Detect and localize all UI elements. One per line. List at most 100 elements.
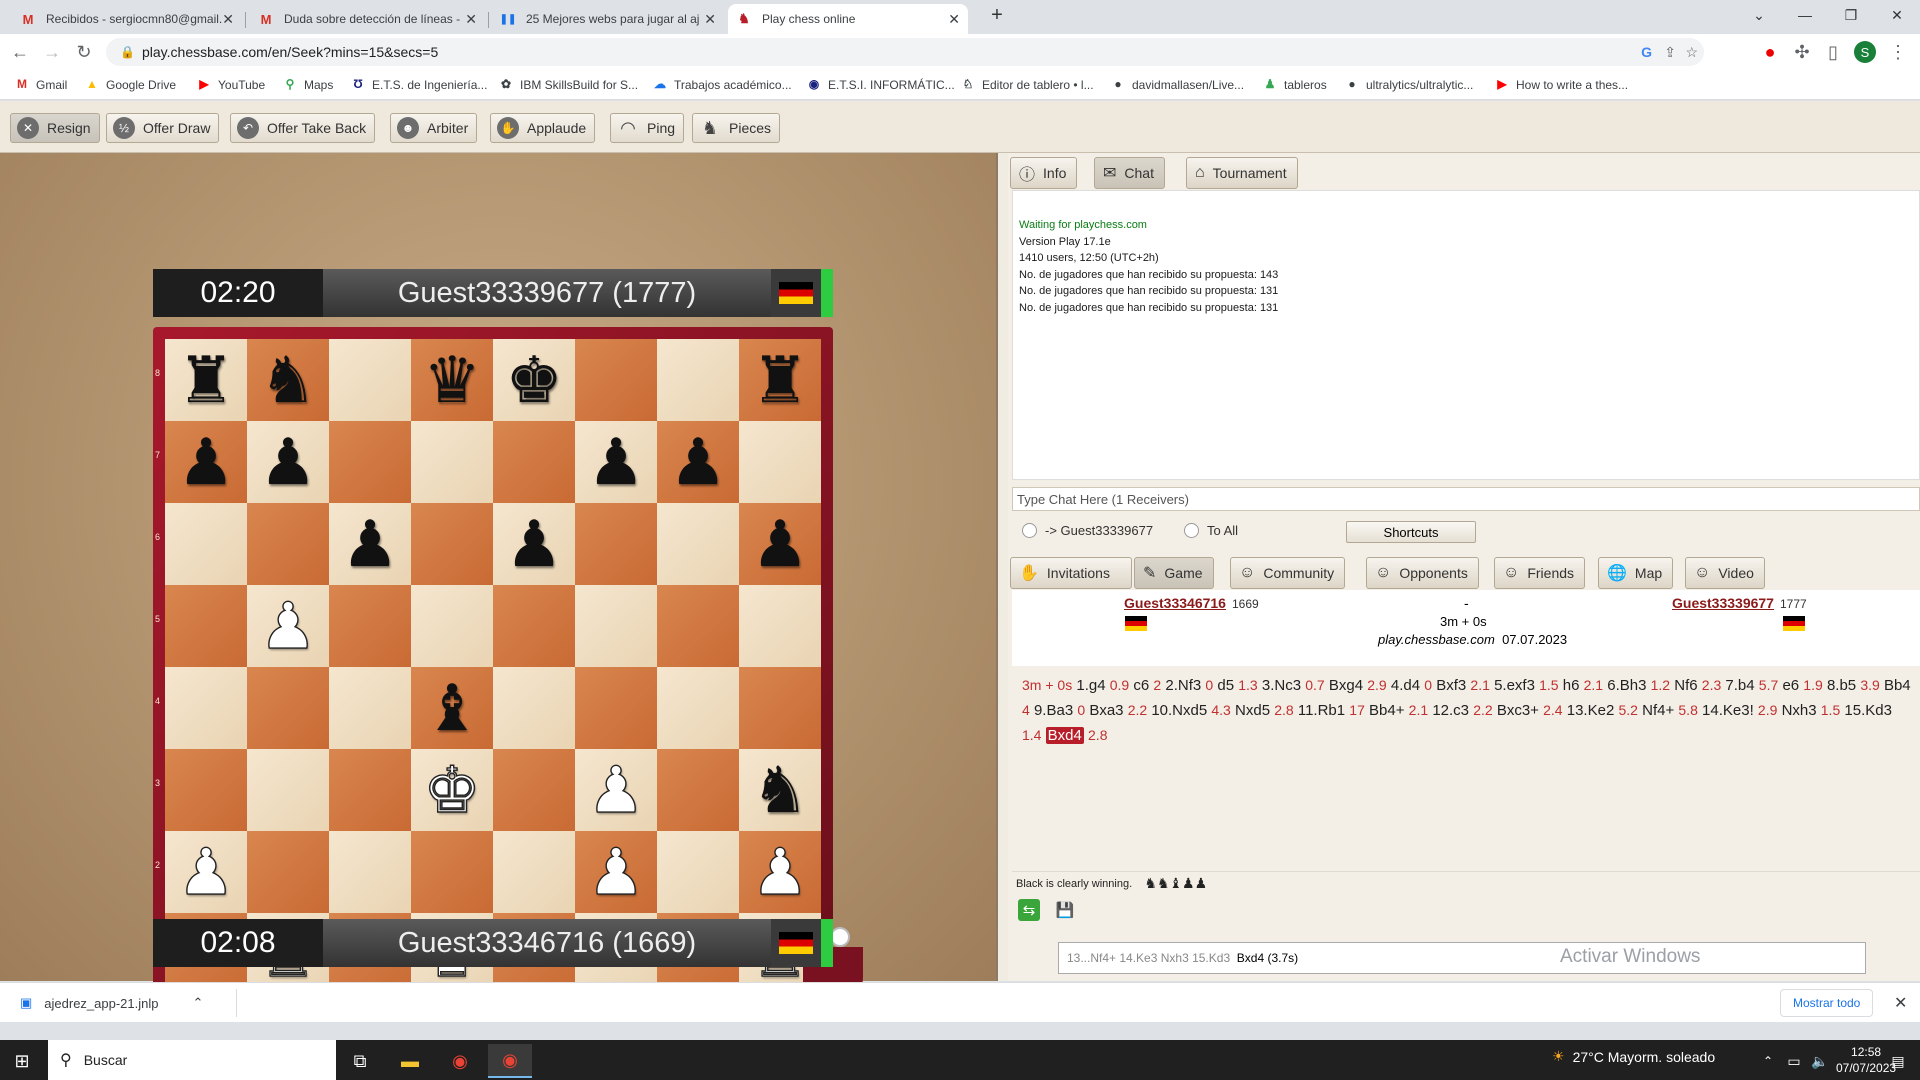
black-pawn-icon[interactable]: ♟	[341, 512, 398, 576]
maximize-button[interactable]: ❐	[1828, 0, 1874, 30]
square-c6[interactable]: ♟	[329, 503, 411, 585]
move[interactable]: 4.d4	[1391, 677, 1420, 694]
ping-button[interactable]: ◠ Ping	[610, 113, 685, 143]
offer-draw-button[interactable]: ½ Offer Draw	[106, 113, 220, 143]
arbiter-button[interactable]: ☻ Arbiter	[390, 113, 478, 143]
browser-tab[interactable]: ❚❚ 25 Mejores webs para jugar al aj ✕	[492, 4, 724, 34]
move[interactable]: 1.g4	[1076, 677, 1105, 694]
square-a2[interactable]: ♟ 2	[155, 831, 247, 913]
square-a3[interactable]: 3	[155, 749, 247, 831]
white-pawn-icon[interactable]: ♟	[587, 757, 646, 822]
move-list[interactable]: 3m + 0s 1.g4 0.9 c6 2 2.Nf3 0 d5 1.3 3.N…	[1022, 673, 1912, 748]
bookmark-github-ultra[interactable]: ● ultralytics/ultralytic...	[1344, 77, 1473, 93]
square-g2[interactable]	[657, 831, 739, 913]
close-tab-icon[interactable]: ✕	[704, 11, 716, 28]
square-c8[interactable]	[329, 339, 411, 421]
square-g3[interactable]	[657, 749, 739, 831]
square-d8[interactable]: ♛	[411, 339, 493, 421]
square-f4[interactable]	[575, 667, 657, 749]
move[interactable]: 11.Rb1	[1298, 702, 1345, 719]
offer-takeback-button[interactable]: ↶ Offer Take Back	[230, 113, 376, 143]
windows-start-icon[interactable]: ⊞	[0, 1044, 44, 1078]
square-a7[interactable]: ♟ 7	[155, 421, 247, 503]
black-pawn-icon[interactable]: ♟	[505, 512, 562, 576]
move[interactable]: Nxh3	[1782, 702, 1817, 719]
black-knight-icon[interactable]: ♞	[751, 758, 808, 822]
radio-to-all[interactable]: To All	[1184, 523, 1238, 538]
white-king-icon[interactable]: ♚	[423, 757, 482, 822]
move[interactable]: Bxg4	[1329, 677, 1363, 694]
move[interactable]: d5	[1217, 677, 1234, 694]
square-g4[interactable]	[657, 667, 739, 749]
bookmark-trabajos[interactable]: ☁ Trabajos académico...	[652, 77, 792, 93]
minimize-button[interactable]: —	[1782, 0, 1828, 30]
share-icon[interactable]: ⇆	[1018, 899, 1040, 921]
move[interactable]: 13.Ke2	[1567, 702, 1615, 719]
square-h3[interactable]: ♞	[739, 749, 821, 831]
bookmark-maps[interactable]: ⚲ Maps	[282, 77, 334, 93]
new-tab-button[interactable]: +	[974, 0, 1020, 30]
bookmark-ibm[interactable]: ✿ IBM SkillsBuild for S...	[498, 77, 638, 93]
file-explorer-icon[interactable]: ▬	[388, 1044, 432, 1078]
bookmark-youtube[interactable]: ▶ YouTube	[196, 77, 265, 93]
square-h6[interactable]: ♟	[739, 503, 821, 585]
close-tab-icon[interactable]: ✕	[465, 11, 477, 28]
tab-chat[interactable]: ✉ Chat	[1094, 157, 1165, 189]
square-h5[interactable]	[739, 585, 821, 667]
black-knight-icon[interactable]: ♞	[259, 348, 316, 412]
move[interactable]: 14.Ke3!	[1702, 702, 1754, 719]
taskbar-search[interactable]: ⚲ Buscar	[48, 1040, 336, 1080]
chess-board[interactable]: ♜8♞♛♚♜♟7♟♟♟6♟♟♟5♟4♝3♚♟♞♟2♟♟1a♜bc♛defg♜h	[155, 339, 821, 1007]
square-f3[interactable]: ♟	[575, 749, 657, 831]
square-b4[interactable]	[247, 667, 329, 749]
chrome-active-icon[interactable]: ◉	[488, 1044, 532, 1078]
move[interactable]: Bxc3+	[1497, 702, 1539, 719]
applaude-button[interactable]: ✋ Applaude	[490, 113, 596, 143]
black-pawn-icon[interactable]: ♟	[177, 430, 234, 494]
bookmark-drive[interactable]: ▲ Google Drive	[84, 77, 176, 93]
chat-input[interactable]: Type Chat Here (1 Receivers)	[1012, 487, 1920, 511]
square-a8[interactable]: ♜ 8	[155, 339, 247, 421]
bookmark-youtube-thesis[interactable]: ▶ How to write a thes...	[1494, 77, 1628, 93]
square-e8[interactable]: ♚	[493, 339, 575, 421]
save-icon[interactable]: 💾	[1054, 899, 1076, 921]
bookmark-editor[interactable]: ♘ Editor de tablero • l...	[960, 77, 1094, 93]
reload-icon[interactable]: ↻	[72, 40, 96, 64]
move[interactable]: 3.Nc3	[1262, 677, 1301, 694]
extensions-icon[interactable]: ✣	[1790, 40, 1814, 64]
move[interactable]: c6	[1133, 677, 1149, 694]
square-d3[interactable]: ♚	[411, 749, 493, 831]
square-e6[interactable]: ♟	[493, 503, 575, 585]
square-d4[interactable]: ♝	[411, 667, 493, 749]
weather-widget[interactable]: ☀ 27°C Mayorm. soleado	[1552, 1048, 1715, 1065]
opera-extension-icon[interactable]: ●	[1758, 40, 1782, 64]
address-bar[interactable]: 🔒 play.chessbase.com/en/Seek?mins=15&sec…	[106, 38, 1704, 66]
black-pawn-icon[interactable]: ♟	[259, 430, 316, 494]
tab-game[interactable]: ✎ Game	[1134, 557, 1214, 589]
square-b6[interactable]	[247, 503, 329, 585]
move[interactable]: 9.Ba3	[1034, 702, 1073, 719]
close-tab-icon[interactable]: ✕	[222, 11, 234, 28]
black-king-icon[interactable]: ♚	[505, 348, 562, 412]
black-bishop-icon[interactable]: ♝	[423, 676, 480, 740]
square-b3[interactable]	[247, 749, 329, 831]
square-b2[interactable]	[247, 831, 329, 913]
show-all-button[interactable]: Mostrar todo	[1780, 989, 1874, 1017]
square-a5[interactable]: 5	[155, 585, 247, 667]
bookmark-etsi-inf[interactable]: ◉ E.T.S.I. INFORMÁTIC...	[806, 77, 955, 93]
tab-info[interactable]: ⓘ Info	[1010, 157, 1078, 189]
square-h7[interactable]	[739, 421, 821, 503]
square-e2[interactable]	[493, 831, 575, 913]
move[interactable]: 3m + 0s	[1022, 677, 1072, 693]
white-pawn-icon[interactable]: ♟	[751, 839, 810, 904]
move[interactable]: 2.Nf3	[1165, 677, 1201, 694]
square-h8[interactable]: ♜	[739, 339, 821, 421]
square-e3[interactable]	[493, 749, 575, 831]
square-f8[interactable]	[575, 339, 657, 421]
square-h2[interactable]: ♟	[739, 831, 821, 913]
browser-tab[interactable]: M Recibidos - sergiocmn80@gmail. ✕	[12, 4, 242, 34]
move[interactable]: e6	[1782, 677, 1799, 694]
square-c5[interactable]	[329, 585, 411, 667]
menu-icon[interactable]: ⋮	[1886, 40, 1910, 64]
bookmark-star-icon[interactable]: ☆	[1685, 44, 1698, 61]
